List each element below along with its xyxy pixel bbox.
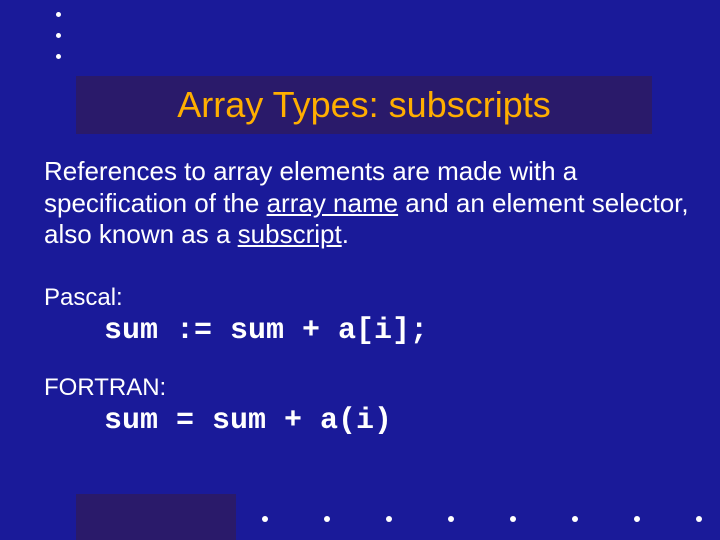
- dot-icon: [386, 516, 392, 522]
- dot-icon: [324, 516, 330, 522]
- dot-icon: [262, 516, 268, 522]
- dot-icon: [510, 516, 516, 522]
- decor-dots-vertical: [56, 12, 61, 59]
- title-bar: Array Types: subscripts: [76, 76, 652, 134]
- slide-title: Array Types: subscripts: [177, 84, 550, 126]
- dot-icon: [56, 54, 61, 59]
- dot-icon: [696, 516, 702, 522]
- dot-icon: [634, 516, 640, 522]
- examples-block: Pascal: sum := sum + a[i]; FORTRAN: sum …: [44, 284, 428, 464]
- decor-bottom-block: [76, 494, 236, 540]
- dot-icon: [572, 516, 578, 522]
- dot-icon: [448, 516, 454, 522]
- underline-array-name: array name: [267, 188, 399, 218]
- dot-icon: [56, 33, 61, 38]
- lang-label-fortran: FORTRAN:: [44, 374, 428, 402]
- para-text: .: [342, 219, 349, 249]
- decor-dots-horizontal: [262, 516, 702, 522]
- underline-subscript: subscript: [238, 219, 342, 249]
- body-paragraph: References to array elements are made wi…: [44, 156, 696, 251]
- dot-icon: [56, 12, 61, 17]
- code-pascal: sum := sum + a[i];: [104, 314, 428, 348]
- lang-label-pascal: Pascal:: [44, 284, 428, 312]
- code-fortran: sum = sum + a(i): [104, 404, 428, 438]
